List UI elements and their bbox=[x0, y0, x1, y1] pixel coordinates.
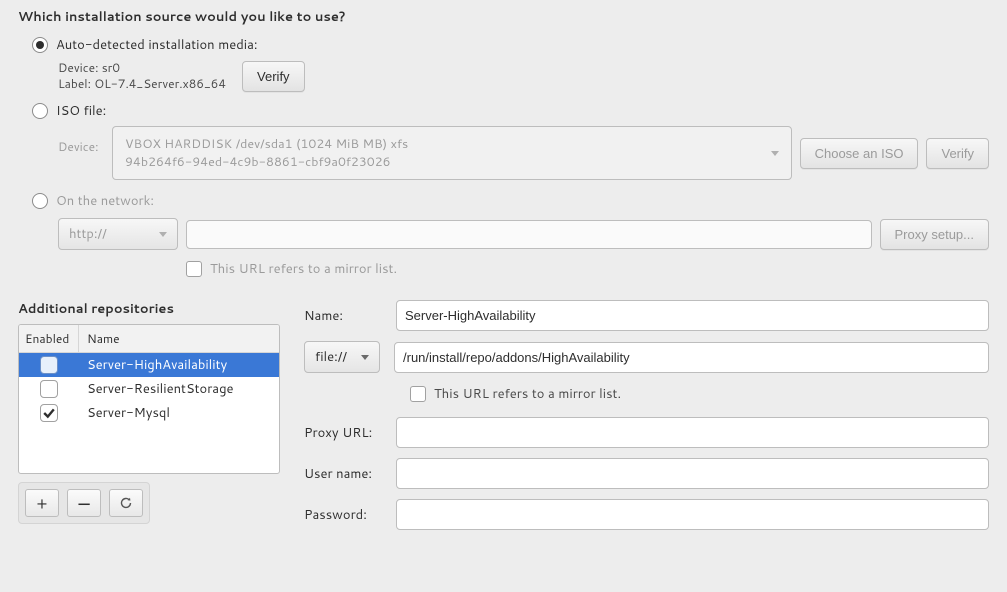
table-row[interactable]: Server-Mysql bbox=[19, 401, 279, 425]
iso-device-select[interactable]: VBOX HARDDISK /dev/sda1 (1024 MiB MB) xf… bbox=[112, 126, 792, 180]
source-network-row[interactable]: On the network: bbox=[32, 192, 989, 210]
refresh-repo-button[interactable] bbox=[109, 489, 143, 517]
repo-name-input[interactable] bbox=[396, 300, 989, 331]
repo-name-cell: Server-Mysql bbox=[79, 401, 279, 425]
username-label: User name: bbox=[304, 465, 382, 483]
col-name[interactable]: Name bbox=[79, 325, 279, 352]
minus-icon: − bbox=[76, 498, 91, 508]
remove-repo-button[interactable]: − bbox=[67, 489, 101, 517]
repo-mirror-label: This URL refers to a mirror list. bbox=[434, 385, 621, 403]
auto-device: Device: sr0 bbox=[58, 60, 226, 76]
repo-enabled-checkbox[interactable] bbox=[40, 380, 58, 398]
password-label: Password: bbox=[304, 506, 382, 524]
iso-device-label: Device: bbox=[58, 126, 104, 180]
username-input[interactable] bbox=[396, 458, 989, 489]
repo-name-cell: Server-HighAvailability bbox=[79, 353, 279, 377]
repo-path-input[interactable] bbox=[394, 342, 989, 373]
col-enabled[interactable]: Enabled bbox=[19, 325, 79, 352]
radio-network[interactable] bbox=[32, 193, 48, 209]
choose-iso-button[interactable]: Choose an ISO bbox=[800, 138, 919, 169]
repo-scheme-value: file:// bbox=[315, 348, 347, 366]
chevron-down-icon bbox=[361, 355, 369, 360]
source-network-label: On the network: bbox=[56, 192, 154, 210]
password-input[interactable] bbox=[396, 499, 989, 530]
iso-device-line1: VBOX HARDDISK /dev/sda1 (1024 MiB MB) xf… bbox=[125, 135, 408, 153]
source-auto-row[interactable]: Auto-detected installation media: bbox=[32, 36, 989, 54]
repo-mirror-checkbox[interactable] bbox=[410, 386, 426, 402]
source-iso-label: ISO file: bbox=[56, 102, 106, 120]
repo-enabled-checkbox[interactable] bbox=[40, 356, 58, 374]
repo-enabled-checkbox[interactable] bbox=[40, 404, 58, 422]
repo-name-label: Name: bbox=[304, 307, 382, 325]
network-mirror-checkbox[interactable] bbox=[186, 261, 202, 277]
table-row[interactable]: Server-ResilientStorage bbox=[19, 377, 279, 401]
chevron-down-icon bbox=[771, 151, 779, 156]
repos-table: Enabled Name Server-HighAvailabilityServ… bbox=[18, 324, 280, 474]
iso-device-line2: 94b264f6-94ed-4c9b-8861-cbf9a0f23026 bbox=[125, 153, 408, 171]
auto-label: Label: OL-7.4_Server.x86_64 bbox=[58, 76, 226, 92]
table-row[interactable]: Server-HighAvailability bbox=[19, 353, 279, 377]
proxy-url-label: Proxy URL: bbox=[304, 424, 382, 442]
network-mirror-label: This URL refers to a mirror list. bbox=[210, 260, 397, 278]
plus-icon: + bbox=[37, 492, 48, 515]
repo-name-cell: Server-ResilientStorage bbox=[79, 377, 279, 401]
page-question: Which installation source would you like… bbox=[18, 8, 989, 26]
verify-auto-button[interactable]: Verify bbox=[242, 61, 305, 92]
radio-auto[interactable] bbox=[32, 37, 48, 53]
verify-iso-button[interactable]: Verify bbox=[926, 138, 989, 169]
radio-iso[interactable] bbox=[32, 103, 48, 119]
network-scheme-select[interactable]: http:// bbox=[58, 218, 178, 250]
repo-scheme-select[interactable]: file:// bbox=[304, 341, 380, 373]
refresh-icon bbox=[119, 496, 133, 510]
add-repo-button[interactable]: + bbox=[25, 489, 59, 517]
proxy-setup-button[interactable]: Proxy setup... bbox=[880, 219, 989, 250]
proxy-url-input[interactable] bbox=[396, 417, 989, 448]
network-url-input[interactable] bbox=[186, 220, 872, 249]
source-iso-row[interactable]: ISO file: bbox=[32, 102, 989, 120]
network-scheme-value: http:// bbox=[69, 225, 107, 243]
chevron-down-icon bbox=[159, 232, 167, 237]
source-auto-label: Auto-detected installation media: bbox=[56, 36, 257, 54]
repos-heading: Additional repositories bbox=[18, 300, 280, 318]
